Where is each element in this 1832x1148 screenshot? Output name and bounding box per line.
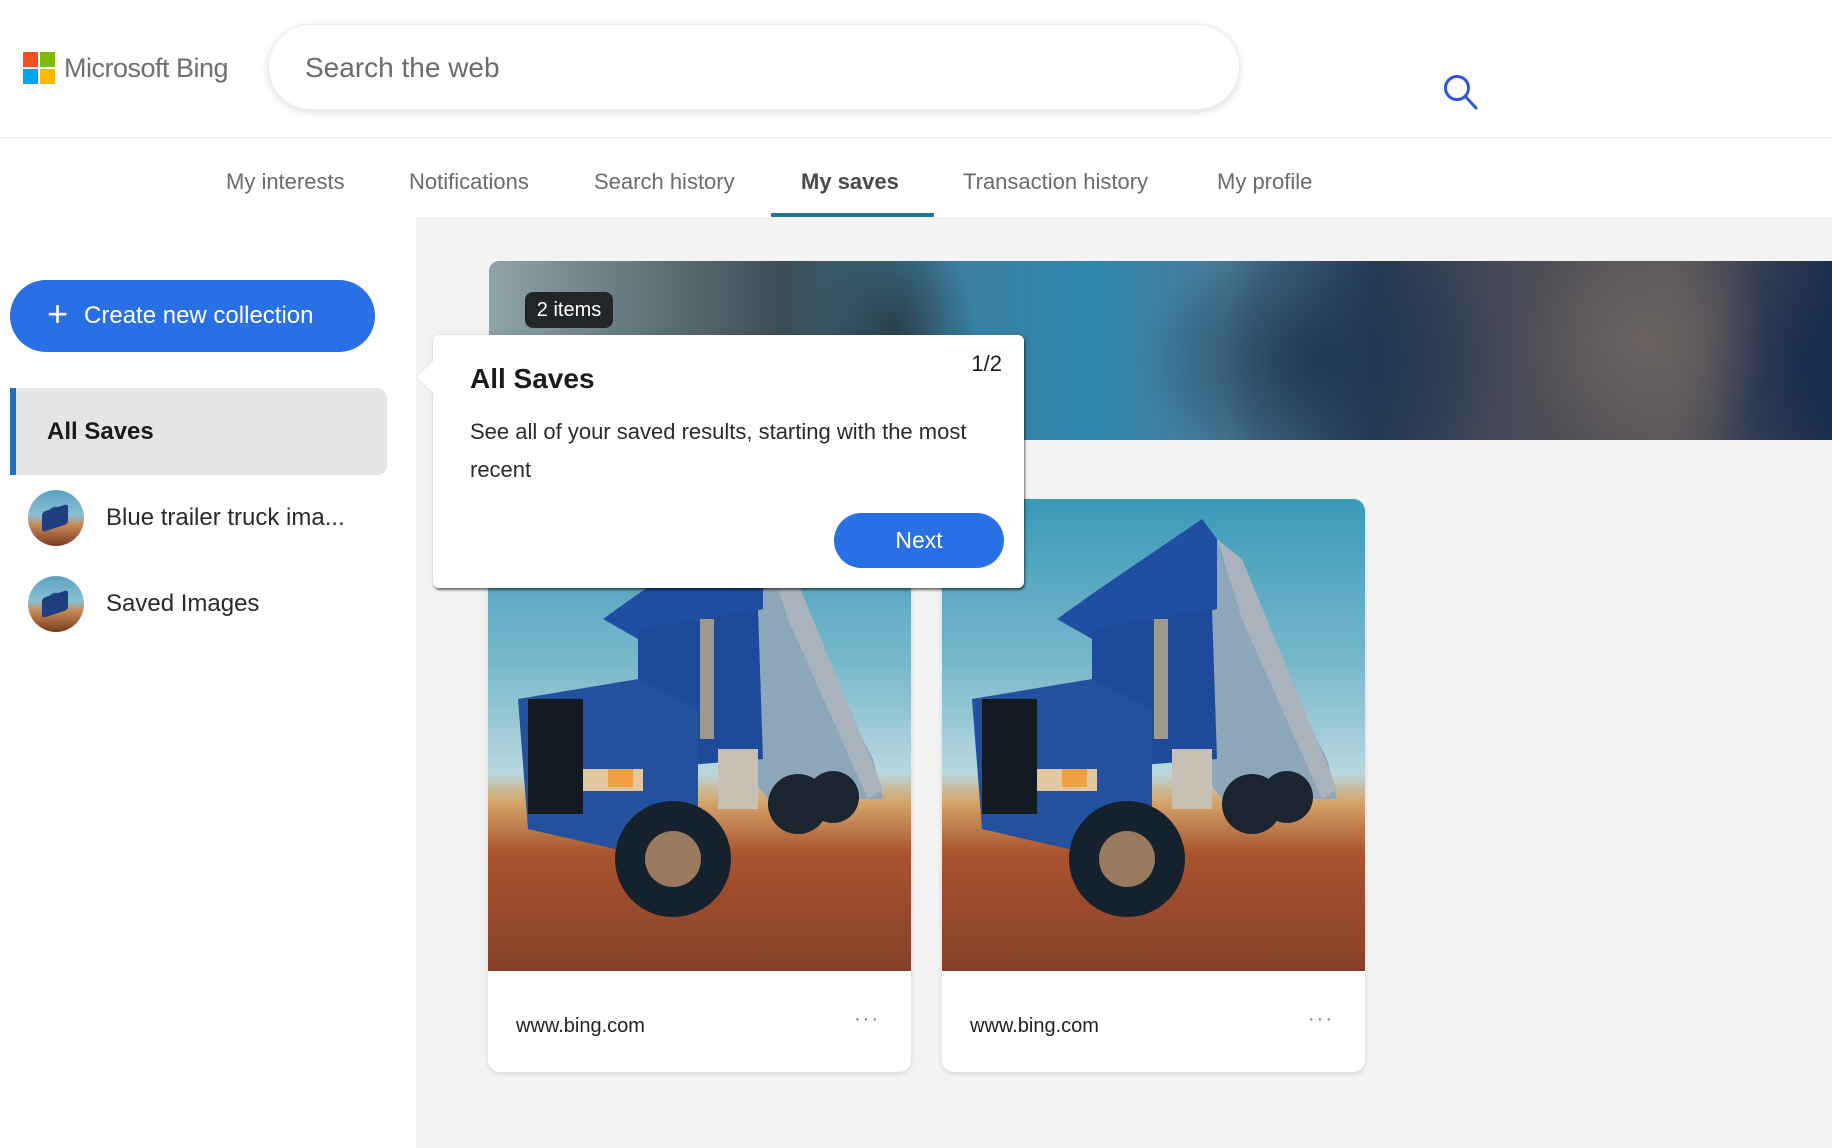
tab-my-profile[interactable]: My profile — [1217, 139, 1312, 217]
create-new-collection-button[interactable]: + Create new collection — [10, 280, 375, 352]
bing-logo[interactable]: Microsoft Bing — [23, 52, 229, 84]
more-options-icon[interactable]: ··· — [849, 1009, 885, 1039]
card-source-domain[interactable]: www.bing.com — [516, 1015, 645, 1038]
sidebar-item-blue-trailer-truck[interactable]: Blue trailer truck ima... — [10, 488, 387, 548]
tooltip-title: All Saves — [470, 363, 595, 394]
onboarding-tooltip: All Saves 1/2 See all of your saved resu… — [417, 335, 1024, 588]
next-button[interactable]: Next — [834, 513, 1004, 568]
header: Microsoft Bing — [0, 0, 1832, 138]
tooltip-step-counter: 1/2 — [971, 351, 1002, 376]
microsoft-logo-icon — [23, 52, 55, 84]
profile-nav: My interests Notifications Search histor… — [0, 139, 1832, 217]
plus-icon: + — [47, 293, 69, 334]
item-count-badge: 2 items — [525, 292, 613, 328]
tooltip-description: See all of your saved results, starting … — [470, 419, 967, 482]
tab-transaction-history[interactable]: Transaction history — [963, 139, 1148, 217]
create-new-collection-label: Create new collection — [84, 302, 314, 329]
sidebar-item-label: Saved Images — [106, 590, 260, 617]
tab-my-interests[interactable]: My interests — [226, 139, 345, 217]
tooltip-arrow — [417, 361, 433, 393]
tab-search-history[interactable]: Search history — [594, 139, 735, 217]
more-options-icon[interactable]: ··· — [1303, 1009, 1339, 1039]
collection-thumbnail — [28, 490, 84, 546]
brand-name: Microsoft Bing — [64, 52, 229, 83]
tab-notifications[interactable]: Notifications — [409, 139, 529, 217]
sidebar-item-all-saves[interactable]: All Saves — [10, 388, 387, 475]
collection-thumbnail — [28, 576, 84, 632]
tab-my-saves[interactable]: My saves — [801, 139, 899, 217]
search-icon[interactable] — [1439, 69, 1483, 113]
card-source-domain[interactable]: www.bing.com — [970, 1015, 1099, 1038]
search-input[interactable] — [305, 43, 1125, 93]
search-box — [268, 24, 1478, 110]
sidebar-item-label: Blue trailer truck ima... — [106, 504, 345, 531]
sidebar-item-saved-images[interactable]: Saved Images — [10, 574, 387, 634]
sidebar-item-label: All Saves — [47, 417, 154, 445]
collections-sidebar: + Create new collection All Saves Blue t… — [0, 217, 416, 1148]
